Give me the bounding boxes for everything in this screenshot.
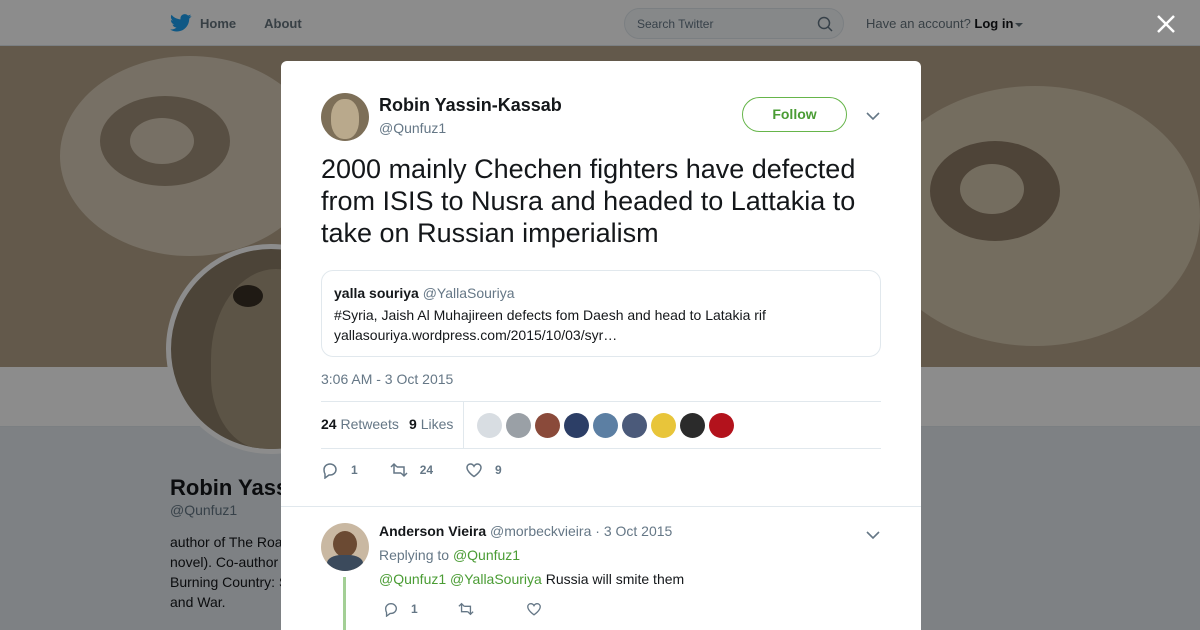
author-avatar[interactable]: [321, 93, 369, 141]
liker-avatar[interactable]: [651, 413, 676, 438]
mention-link[interactable]: @YallaSouriya: [450, 571, 542, 587]
retweet-button[interactable]: 24: [390, 461, 433, 479]
retweets-label: Retweets: [340, 416, 399, 432]
quoted-author-name: yalla souriya: [334, 285, 419, 301]
reply-actions: 1: [383, 599, 594, 619]
retweet-icon: [458, 602, 474, 616]
likes-label: Likes: [420, 416, 454, 432]
liker-avatar[interactable]: [564, 413, 589, 438]
quoted-author-handle: @YallaSouriya: [422, 285, 515, 301]
reply-author-name[interactable]: Anderson Vieira: [379, 523, 486, 539]
stats-divider: [463, 402, 464, 448]
liker-avatars: [477, 413, 738, 438]
quoted-tweet-header: yalla souriya @YallaSouriya: [334, 284, 868, 302]
reply-tweet[interactable]: Anderson Vieira @morbeckvieira · 3 Oct 2…: [281, 506, 921, 630]
mention-link[interactable]: @Qunfuz1: [379, 571, 446, 587]
author-handle[interactable]: @Qunfuz1: [379, 120, 446, 136]
reply-author-handle[interactable]: @morbeckvieira: [490, 523, 591, 539]
follow-button[interactable]: Follow: [742, 97, 847, 132]
replying-to: Replying to @Qunfuz1: [379, 547, 520, 563]
reply-button[interactable]: 1: [321, 461, 358, 479]
quoted-tweet-link: yallasouriya.wordpress.com/2015/10/03/sy…: [334, 327, 618, 343]
quoted-tweet-line: #Syria, Jaish Al Muhajireen defects fom …: [334, 307, 766, 323]
thread-line: [343, 577, 346, 630]
liker-avatar[interactable]: [593, 413, 618, 438]
reply-author-avatar[interactable]: [321, 523, 369, 571]
liker-avatar[interactable]: [680, 413, 705, 438]
liker-avatar[interactable]: [506, 413, 531, 438]
reply-count: 1: [411, 602, 418, 616]
liker-avatar[interactable]: [535, 413, 560, 438]
replying-to-label: Replying to: [379, 547, 450, 563]
quoted-tweet-body: #Syria, Jaish Al Muhajireen defects fom …: [334, 305, 868, 345]
reply-text: @Qunfuz1 @YallaSouriya Russia will smite…: [379, 571, 684, 587]
close-icon[interactable]: [1156, 14, 1176, 34]
retweets-count: 24: [321, 416, 337, 432]
heart-icon: [526, 602, 541, 616]
tweet-timestamp[interactable]: 3:06 AM - 3 Oct 2015: [321, 371, 453, 387]
reply-icon: [323, 463, 337, 479]
like-button[interactable]: [526, 601, 554, 617]
reply-body: Russia will smite them: [545, 571, 685, 587]
replying-to-mention[interactable]: @Qunfuz1: [453, 547, 520, 563]
chevron-down-icon[interactable]: [866, 530, 880, 540]
chevron-down-icon[interactable]: [866, 111, 880, 121]
reply-icon: [384, 602, 398, 617]
like-count: 9: [495, 463, 502, 477]
heart-icon: [466, 463, 482, 478]
tweet-stats: 24 Retweets 9 Likes: [321, 401, 881, 449]
liker-avatar[interactable]: [709, 413, 734, 438]
reply-header: Anderson Vieira @morbeckvieira · 3 Oct 2…: [379, 523, 672, 539]
retweet-button[interactable]: [458, 601, 486, 617]
likes-stat[interactable]: 9 Likes: [409, 416, 453, 432]
like-button[interactable]: 9: [465, 461, 502, 479]
tweet-actions: 1 24 9: [321, 459, 534, 481]
tweet-modal: Robin Yassin-Kassab @Qunfuz1 Follow 2000…: [281, 61, 921, 630]
quoted-tweet[interactable]: yalla souriya @YallaSouriya #Syria, Jais…: [321, 270, 881, 357]
liker-avatar[interactable]: [622, 413, 647, 438]
retweet-count: 24: [419, 463, 434, 477]
author-name[interactable]: Robin Yassin-Kassab: [379, 95, 562, 116]
reply-date[interactable]: · 3 Oct 2015: [595, 523, 672, 539]
liker-avatar[interactable]: [477, 413, 502, 438]
likes-count: 9: [409, 416, 417, 432]
reply-button[interactable]: 1: [383, 601, 418, 617]
retweet-icon: [390, 462, 408, 478]
reply-count: 1: [351, 463, 358, 477]
tweet-text: 2000 mainly Chechen fighters have defect…: [321, 154, 856, 248]
retweets-stat[interactable]: 24 Retweets: [321, 416, 399, 432]
